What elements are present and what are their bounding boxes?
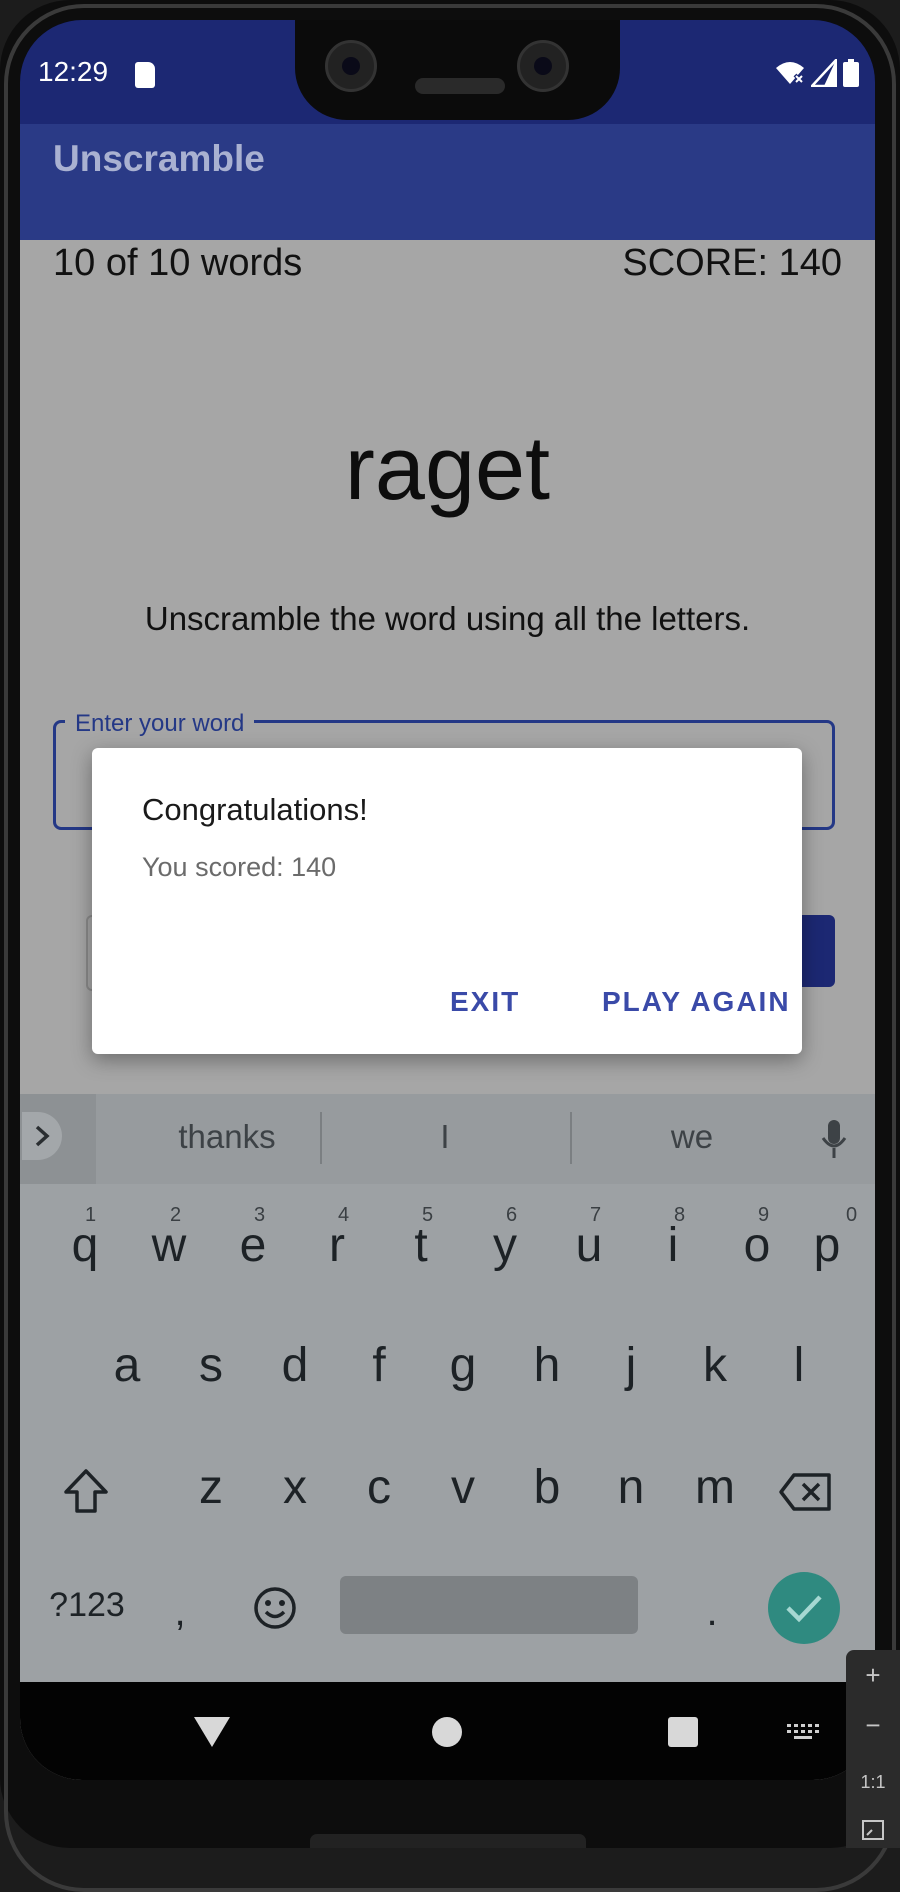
scrambled-word: raget (344, 419, 551, 519)
key-hint: 0 (846, 1204, 858, 1226)
exit-button[interactable]: EXIT (450, 986, 520, 1018)
key-e[interactable]: e (218, 1218, 288, 1273)
key-hint: 1 (85, 1204, 97, 1226)
key-period[interactable]: . (692, 1590, 732, 1635)
status-time: 12:29 (38, 56, 109, 87)
key-hint: 4 (338, 1204, 350, 1226)
zoom-one-to-one-button[interactable]: 1:1 (846, 1772, 900, 1793)
key-m[interactable]: m (680, 1460, 750, 1515)
front-camera-icon (325, 40, 377, 92)
keyboard-icon[interactable] (785, 1722, 821, 1744)
zoom-in-button[interactable]: + (846, 1660, 900, 1691)
key-k[interactable]: k (680, 1338, 750, 1393)
key-o[interactable]: o (722, 1218, 792, 1273)
key-z[interactable]: z (176, 1460, 246, 1515)
suggestion-2[interactable]: I (320, 1118, 570, 1156)
screen: 12:29 Unscramble 10 of 10 words SCORE: 1… (20, 20, 875, 1780)
key-hint: 3 (254, 1204, 266, 1226)
check-icon (786, 1595, 822, 1623)
suggestion-3[interactable]: we (572, 1118, 812, 1156)
key-hint: 7 (590, 1204, 602, 1226)
key-hint: 9 (758, 1204, 770, 1226)
key-hint: 2 (170, 1204, 182, 1226)
app-title: Unscramble (53, 138, 265, 179)
score-label: SCORE: 140 (622, 242, 842, 284)
congratulations-dialog: Congratulations! You scored: 140 EXIT PL… (92, 748, 802, 1054)
microphone-icon[interactable] (820, 1120, 848, 1160)
key-g[interactable]: g (428, 1338, 498, 1393)
signal-icon (811, 59, 837, 87)
key-j[interactable]: j (596, 1338, 666, 1393)
key-comma[interactable]: , (160, 1590, 200, 1635)
shift-icon[interactable] (62, 1468, 110, 1514)
symbols-key[interactable]: ?123 (42, 1586, 132, 1625)
word-input-label: Enter your word (65, 710, 255, 738)
key-a[interactable]: a (92, 1338, 162, 1393)
enter-key[interactable] (768, 1572, 840, 1644)
key-s[interactable]: s (176, 1338, 246, 1393)
status-icons (775, 58, 859, 88)
dialog-message: You scored: 140 (142, 852, 337, 882)
front-sensor-icon (517, 40, 569, 92)
key-r[interactable]: r (302, 1218, 372, 1273)
play-again-button[interactable]: PLAY AGAIN (602, 986, 791, 1018)
camera-notch (295, 20, 620, 120)
key-d[interactable]: d (260, 1338, 330, 1393)
device-frame: 12:29 Unscramble 10 of 10 words SCORE: 1… (0, 0, 900, 1892)
key-w[interactable]: w (134, 1218, 204, 1273)
battery-icon (843, 59, 859, 87)
key-x[interactable]: x (260, 1460, 330, 1515)
key-f[interactable]: f (344, 1338, 414, 1393)
nav-recents-icon[interactable] (668, 1717, 698, 1747)
nav-home-icon[interactable] (432, 1717, 462, 1747)
key-n[interactable]: n (596, 1460, 666, 1515)
key-hint: 5 (422, 1204, 434, 1226)
space-bar[interactable] (340, 1576, 638, 1634)
fit-screen-icon[interactable] (862, 1820, 884, 1840)
emulator-zoom-controls: + − 1:1 (846, 1650, 900, 1848)
word-count: 10 of 10 words (53, 242, 303, 284)
key-t[interactable]: t (386, 1218, 456, 1273)
suggestion-1[interactable]: thanks (112, 1118, 342, 1156)
key-c[interactable]: c (344, 1460, 414, 1515)
device-bottom-edge (310, 1834, 586, 1848)
sd-card-icon (135, 62, 155, 88)
instructions-text: Unscramble the word using all the letter… (144, 600, 751, 637)
wifi-icon (776, 62, 805, 85)
zoom-out-button[interactable]: − (846, 1710, 900, 1741)
nav-back-icon[interactable] (194, 1717, 230, 1747)
key-hint: 6 (506, 1204, 518, 1226)
key-i[interactable]: i (638, 1218, 708, 1273)
emoji-icon[interactable] (253, 1586, 297, 1630)
key-v[interactable]: v (428, 1460, 498, 1515)
key-u[interactable]: u (554, 1218, 624, 1273)
key-y[interactable]: y (470, 1218, 540, 1273)
key-hint: 8 (674, 1204, 686, 1226)
key-h[interactable]: h (512, 1338, 582, 1393)
key-l[interactable]: l (764, 1338, 834, 1393)
backspace-icon[interactable] (778, 1472, 832, 1512)
dialog-title: Congratulations! (142, 792, 368, 827)
earpiece-speaker (415, 78, 505, 94)
key-b[interactable]: b (512, 1460, 582, 1515)
